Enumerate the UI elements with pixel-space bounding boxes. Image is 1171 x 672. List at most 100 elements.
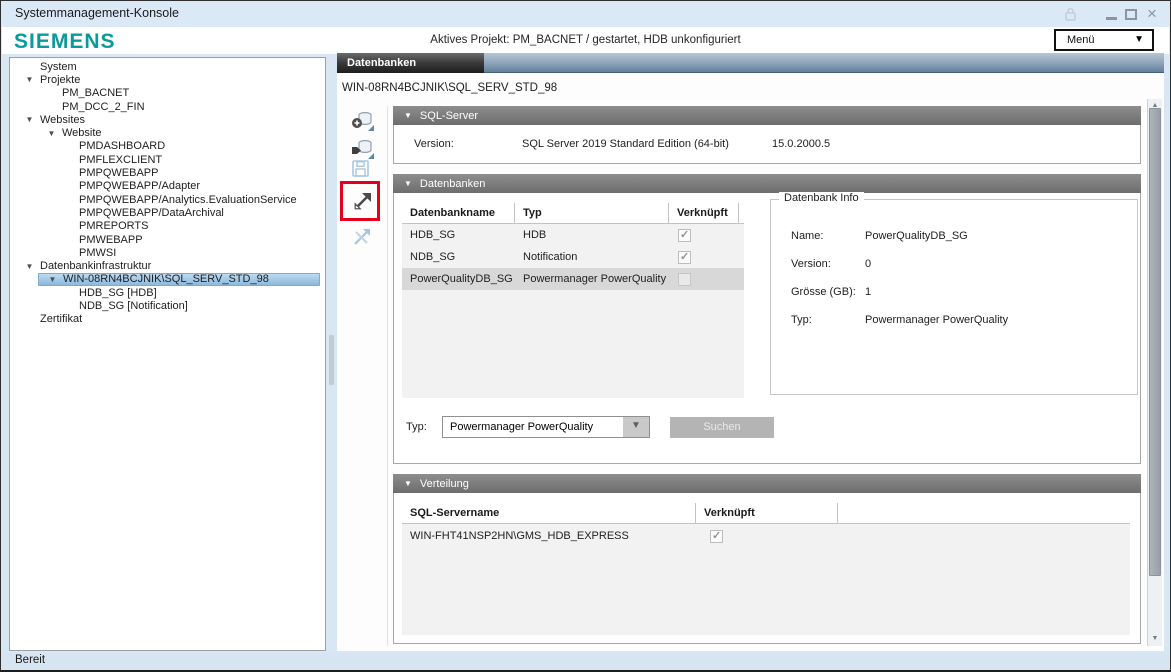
- col-typ[interactable]: Typ: [515, 203, 669, 224]
- menu-label: Menü: [1067, 34, 1095, 46]
- collapse-arrow-icon[interactable]: ▼: [42, 275, 63, 284]
- attach-database-icon[interactable]: [351, 138, 374, 160]
- red-highlight-annotation: [340, 181, 380, 221]
- tab-bar: Datenbanken: [337, 53, 1164, 73]
- col-verknuepft[interactable]: Verknüpft: [669, 203, 739, 224]
- info-name-label: Name:: [791, 230, 865, 242]
- tree-item-pmflexclient[interactable]: PMFLEXCLIENT: [10, 153, 325, 166]
- table-row[interactable]: NDB_SG Notification: [402, 246, 744, 268]
- info-type-label: Typ:: [791, 314, 865, 326]
- info-name-value: PowerQualityDB_SG: [865, 230, 968, 242]
- main-panel: Datenbanken WIN-08RN4BCJNIK\SQL_SERV_STD…: [337, 53, 1164, 651]
- panel-splitter[interactable]: [329, 335, 334, 385]
- section-header-verteilung[interactable]: ▼ Verteilung: [393, 474, 1141, 493]
- tab-datenbanken[interactable]: Datenbanken: [337, 53, 484, 73]
- tree-item-system[interactable]: ▼System: [10, 60, 325, 73]
- collapse-arrow-icon[interactable]: ▼: [19, 262, 40, 271]
- suchen-button[interactable]: Suchen: [670, 417, 774, 438]
- tree-item-zertifikat[interactable]: ▼Zertifikat: [10, 313, 325, 326]
- col-datenbankname[interactable]: Datenbankname: [402, 203, 515, 224]
- tree-item-pmwsi[interactable]: PMWSI: [10, 246, 325, 259]
- chevron-down-icon[interactable]: ▼: [623, 417, 649, 437]
- type-filter-label: Typ:: [406, 421, 427, 433]
- section-datenbanken: Datenbankname Typ Verknüpft HDB_SG HDB N…: [393, 193, 1141, 464]
- linked-checkbox[interactable]: [678, 251, 691, 264]
- version-label: Version:: [414, 138, 454, 150]
- collapse-arrow-icon: ▼: [404, 179, 412, 188]
- tree-item-datenbankinfrastruktur[interactable]: ▼Datenbankinfrastruktur: [10, 259, 325, 272]
- collapse-arrow-icon: ▼: [404, 111, 412, 120]
- tree-item-websites[interactable]: ▼Websites: [10, 113, 325, 126]
- close-button[interactable]: ×: [1143, 6, 1161, 22]
- table-header-row: Datenbankname Typ Verknüpft: [402, 203, 744, 224]
- app-window: Systemmanagement-Konsole × SIEMENS Aktiv…: [0, 0, 1171, 672]
- distribution-table: SQL-Servername Verknüpft WIN-FHT41NSP2HN…: [402, 503, 1130, 636]
- tree-item-pmwebapp[interactable]: PMWEBAPP: [10, 233, 325, 246]
- linked-checkbox[interactable]: [710, 530, 723, 543]
- info-version-label: Version:: [791, 258, 865, 270]
- info-size-label: Grösse (GB):: [791, 286, 865, 298]
- tree-item-pmpqwebapp-adapter[interactable]: PMPQWEBAPP/Adapter: [10, 180, 325, 193]
- tree-item-pmdashboard[interactable]: PMDASHBOARD: [10, 140, 325, 153]
- tree-item-sql-server-selected[interactable]: ▼WIN-08RN4BCJNIK\SQL_SERV_STD_98: [38, 273, 320, 286]
- section-header-datenbanken[interactable]: ▼ Datenbanken: [393, 174, 1141, 193]
- col-verknuepft[interactable]: Verknüpft: [696, 503, 838, 524]
- linked-checkbox[interactable]: [678, 229, 691, 242]
- groupbox-legend: Datenbank Info: [779, 192, 864, 204]
- combobox-value: Powermanager PowerQuality: [450, 421, 593, 433]
- section-header-sql-server[interactable]: ▼ SQL-Server: [393, 106, 1141, 125]
- tree-item-website[interactable]: ▼Website: [10, 126, 325, 139]
- active-project-status: Aktives Projekt: PM_BACNET / gestartet, …: [2, 34, 1169, 46]
- section-verteilung: SQL-Servername Verknüpft WIN-FHT41NSP2HN…: [393, 493, 1141, 644]
- table-row-selected[interactable]: PowerQualityDB_SG Powermanager PowerQual…: [402, 268, 744, 290]
- status-bar: Bereit: [1, 653, 1170, 670]
- col-filler: [838, 503, 1130, 524]
- collapse-arrow-icon: ▼: [404, 479, 412, 488]
- chevron-down-icon: ▼: [1134, 34, 1144, 45]
- app-header: SIEMENS Aktives Projekt: PM_BACNET / ges…: [2, 27, 1169, 54]
- breadcrumb: WIN-08RN4BCJNIK\SQL_SERV_STD_98: [342, 82, 557, 94]
- tree-item-ndb-sg[interactable]: NDB_SG [Notification]: [10, 299, 325, 312]
- sql-edition-value: SQL Server 2019 Standard Edition (64-bit…: [522, 138, 729, 150]
- tree-item-pmreports[interactable]: PMREPORTS: [10, 220, 325, 233]
- vertical-scrollbar[interactable]: ▲ ▼: [1147, 99, 1162, 646]
- collapse-arrow-icon[interactable]: ▼: [19, 115, 40, 124]
- title-bar: Systemmanagement-Konsole ×: [1, 1, 1170, 27]
- tree-item-pm-bacnet[interactable]: ▼PM_BACNET: [10, 87, 325, 100]
- scroll-down-icon[interactable]: ▼: [1148, 632, 1162, 646]
- minimize-button[interactable]: [1102, 6, 1120, 22]
- sql-version-value: 15.0.2000.5: [772, 138, 830, 150]
- collapse-arrow-icon[interactable]: ▼: [19, 75, 40, 84]
- table-body: HDB_SG HDB NDB_SG Notification PowerQual…: [402, 224, 744, 398]
- col-filler: [739, 203, 744, 224]
- navigation-tree: ▼System ▼Projekte ▼PM_BACNET ▼PM_DCC_2_F…: [9, 57, 326, 651]
- table-row[interactable]: WIN-FHT41NSP2HN\GMS_HDB_EXPRESS: [402, 524, 1130, 548]
- scrollbar-thumb[interactable]: [1149, 108, 1161, 576]
- info-version-value: 0: [865, 258, 871, 270]
- linked-checkbox[interactable]: [678, 273, 691, 286]
- save-icon[interactable]: [351, 160, 374, 182]
- status-text: Bereit: [15, 654, 45, 666]
- menu-dropdown[interactable]: Menü ▼: [1054, 29, 1154, 51]
- datenbank-info-groupbox: Datenbank Info Name: PowerQualityDB_SG V…: [770, 199, 1138, 395]
- tree-item-projekte[interactable]: ▼Projekte: [10, 73, 325, 86]
- collapse-arrow-icon[interactable]: ▼: [41, 129, 62, 138]
- type-filter-combobox[interactable]: Powermanager PowerQuality ▼: [442, 416, 650, 438]
- toolbar-separator: [387, 106, 388, 646]
- info-type-value: Powermanager PowerQuality: [865, 314, 1008, 326]
- tree-item-pmpqwebapp[interactable]: PMPQWEBAPP: [10, 166, 325, 179]
- tree-item-pmpqwebapp-analytics[interactable]: PMPQWEBAPP/Analytics.EvaluationService: [10, 193, 325, 206]
- col-sql-servername[interactable]: SQL-Servername: [402, 503, 696, 524]
- tree-item-pm-dcc-2-fin[interactable]: ▼PM_DCC_2_FIN: [10, 100, 325, 113]
- add-database-icon[interactable]: [351, 110, 374, 132]
- databases-table: Datenbankname Typ Verknüpft HDB_SG HDB N…: [402, 203, 744, 399]
- table-row[interactable]: HDB_SG HDB: [402, 224, 744, 246]
- table-body: WIN-FHT41NSP2HN\GMS_HDB_EXPRESS: [402, 524, 1130, 635]
- table-header-row: SQL-Servername Verknüpft: [402, 503, 1130, 524]
- info-size-value: 1: [865, 286, 871, 298]
- tree-item-hdb-sg[interactable]: HDB_SG [HDB]: [10, 286, 325, 299]
- unlink-icon[interactable]: [351, 227, 374, 249]
- maximize-button[interactable]: [1122, 6, 1140, 22]
- window-title: Systemmanagement-Konsole: [15, 6, 179, 20]
- tree-item-pmpqwebapp-dataarchival[interactable]: PMPQWEBAPP/DataArchival: [10, 206, 325, 219]
